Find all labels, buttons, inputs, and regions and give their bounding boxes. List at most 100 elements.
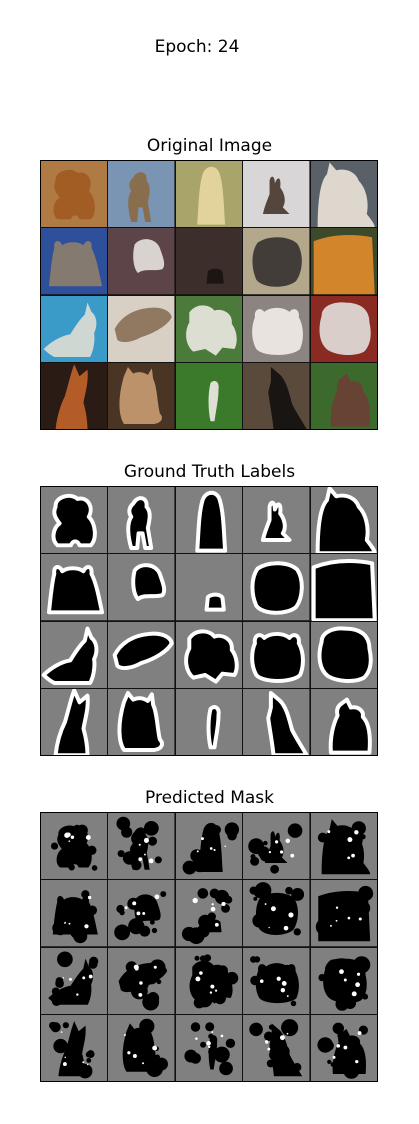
predicted-speckle bbox=[146, 1042, 153, 1048]
original-tile bbox=[310, 295, 377, 362]
predicted-speckle bbox=[218, 964, 228, 975]
predicted-hole bbox=[268, 927, 271, 929]
gt-tile bbox=[310, 688, 377, 755]
original-tile-graphic bbox=[108, 228, 175, 295]
predicted-hole bbox=[210, 907, 216, 912]
gt-tile-graphic bbox=[175, 688, 243, 755]
predicted-hole bbox=[152, 1045, 158, 1051]
predicted-speckle bbox=[148, 836, 158, 846]
predicted-tile-graphic bbox=[310, 947, 377, 1014]
predicted-speckle bbox=[348, 927, 355, 934]
predicted-hole bbox=[62, 976, 65, 979]
predicted-speckle bbox=[187, 927, 205, 945]
predicted-hole bbox=[85, 834, 91, 840]
predicted-speckle bbox=[152, 928, 158, 934]
predicted-speckle bbox=[348, 899, 355, 905]
original-tile bbox=[175, 295, 243, 362]
gt-tile-graphic bbox=[310, 621, 377, 688]
predicted-speckle bbox=[269, 1024, 275, 1030]
gt-tile bbox=[41, 554, 108, 621]
predicted-speckle bbox=[317, 832, 328, 843]
predicted-tile-graphic bbox=[108, 947, 175, 1014]
label-silhouette bbox=[131, 563, 167, 602]
predicted-hole bbox=[209, 990, 212, 994]
predicted-speckle bbox=[250, 854, 256, 860]
label-silhouette bbox=[311, 559, 377, 621]
predicted-speckle bbox=[219, 1061, 233, 1076]
predicted-speckle bbox=[250, 975, 260, 985]
predicted-hole bbox=[335, 920, 338, 922]
original-tile bbox=[310, 228, 377, 295]
predicted-hole bbox=[224, 845, 226, 848]
predicted-speckle bbox=[293, 928, 302, 936]
gt-tile bbox=[243, 688, 310, 755]
predicted-hole bbox=[338, 968, 344, 974]
original-tile-graphic bbox=[108, 161, 175, 228]
predicted-hole bbox=[124, 1033, 127, 1036]
predicted-hole bbox=[76, 992, 79, 996]
predicted-tile-graphic bbox=[175, 813, 243, 880]
gt-tile-graphic bbox=[243, 554, 310, 621]
predicted-speckle bbox=[207, 1049, 213, 1055]
predicted-hole bbox=[66, 832, 71, 837]
predicted-tile-graphic bbox=[41, 1014, 108, 1081]
predicted-hole bbox=[136, 911, 141, 916]
predicted-hole bbox=[149, 858, 154, 864]
predicted-hole bbox=[265, 1040, 269, 1044]
original-tile-graphic bbox=[41, 228, 108, 295]
predicted-speckle bbox=[249, 1022, 264, 1036]
predicted-hole bbox=[353, 830, 359, 835]
gt-tile bbox=[310, 621, 377, 688]
original-tile bbox=[243, 295, 310, 362]
predicted-hole bbox=[200, 837, 204, 841]
predicted-hole bbox=[192, 898, 198, 904]
original-tile bbox=[108, 161, 175, 228]
original-tile-graphic bbox=[41, 295, 108, 362]
original-tile-graphic bbox=[310, 228, 377, 295]
predicted-hole bbox=[347, 917, 350, 920]
original-tile-graphic bbox=[243, 161, 310, 228]
predicted-hole bbox=[209, 847, 213, 850]
original-tile bbox=[243, 362, 310, 429]
predicted-speckle bbox=[119, 910, 126, 916]
predicted-speckle bbox=[326, 1059, 331, 1064]
predicted-speckle bbox=[332, 1022, 344, 1034]
predicted-hole bbox=[68, 923, 71, 925]
predicted-hole bbox=[221, 902, 226, 907]
gt-tile-graphic bbox=[243, 487, 310, 554]
predicted-hole bbox=[343, 1045, 347, 1050]
original-tile bbox=[108, 362, 175, 429]
predicted-tile-graphic bbox=[310, 880, 377, 947]
predicted-hole bbox=[326, 830, 330, 834]
predicted-speckle bbox=[359, 906, 364, 911]
predicted-tile bbox=[310, 813, 377, 880]
gt-tile bbox=[310, 487, 377, 554]
gt-tile bbox=[175, 487, 243, 554]
predicted-speckle bbox=[196, 991, 213, 1007]
predicted-speckle bbox=[203, 855, 220, 872]
predicted-speckle bbox=[205, 1022, 215, 1032]
predicted-hole bbox=[347, 837, 352, 843]
gt-tile-graphic bbox=[108, 688, 175, 755]
predicted-hole bbox=[280, 1034, 286, 1040]
predicted-tile bbox=[310, 1014, 377, 1081]
original-tile-graphic bbox=[175, 362, 243, 429]
predicted-speckle bbox=[129, 1036, 139, 1046]
predicted-hole bbox=[285, 838, 291, 844]
predicted-speckle bbox=[263, 840, 268, 846]
original-tile-graphic bbox=[175, 161, 243, 228]
predicted-tile bbox=[41, 1014, 108, 1081]
predicted-speckle bbox=[139, 1018, 155, 1034]
original-tile-graphic bbox=[310, 161, 377, 228]
predicted-hole bbox=[206, 1040, 211, 1046]
predicted-hole bbox=[351, 990, 357, 996]
predicted-speckle bbox=[199, 1041, 206, 1048]
predicted-speckle bbox=[131, 973, 139, 981]
predicted-speckle bbox=[50, 842, 59, 850]
predicted-hole bbox=[87, 896, 92, 900]
gt-tile-graphic bbox=[243, 621, 310, 688]
gt-tile bbox=[175, 688, 243, 755]
predicted-hole bbox=[211, 903, 214, 906]
label-silhouette bbox=[183, 628, 239, 684]
predicted-speckle bbox=[91, 865, 98, 871]
